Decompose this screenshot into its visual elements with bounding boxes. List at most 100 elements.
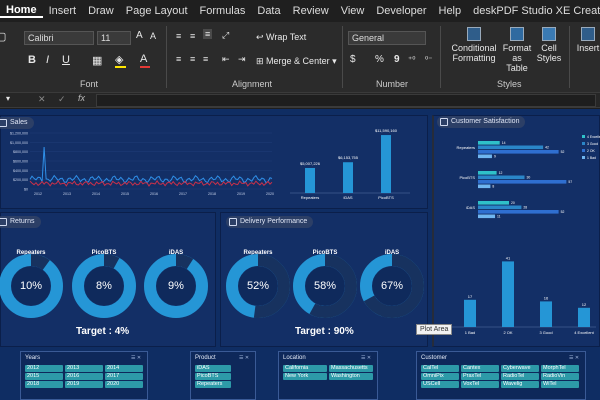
insert-button[interactable]: Insert: [574, 27, 600, 77]
years-slicer-item[interactable]: 2016: [65, 373, 103, 380]
orientation-icon[interactable]: ⤢: [222, 30, 229, 41]
location-slicer-item[interactable]: New York: [283, 373, 327, 380]
product-slicer[interactable]: Product ☰ ✕ iDAS PicoBTS Repeaters: [190, 351, 256, 400]
filter-clear-icon[interactable]: ☰ ✕: [131, 355, 141, 361]
tab-home[interactable]: Home: [0, 4, 43, 18]
satisfaction-hbar-label: 52: [561, 150, 565, 154]
align-middle-icon[interactable]: ≡: [190, 31, 195, 41]
font-size-select[interactable]: 11: [97, 31, 131, 45]
tab-page-layout[interactable]: Page Layout: [120, 5, 194, 17]
years-slicer-item[interactable]: 2012: [25, 365, 63, 372]
customer-slicer-item[interactable]: PraxTel: [461, 373, 499, 380]
sales-x-tick: 2017: [179, 192, 187, 196]
customer-slicer-item[interactable]: Cyberwave: [501, 365, 539, 372]
customer-slicer-item[interactable]: MorphTel: [541, 365, 579, 372]
filter-clear-icon[interactable]: ☰ ✕: [239, 355, 249, 361]
satisfaction-hbar: [478, 184, 491, 189]
satisfaction-hbar-label: 12: [499, 171, 503, 175]
borders-icon[interactable]: ▦: [92, 54, 102, 67]
years-slicer-item[interactable]: 2019: [65, 381, 103, 388]
comma-format-icon[interactable]: 9: [394, 54, 400, 65]
increase-decimal-icon[interactable]: ⁺⁰: [408, 55, 415, 64]
customer-slicer-item[interactable]: USCell: [421, 381, 459, 388]
italic-button[interactable]: I: [46, 54, 49, 66]
font-color-icon[interactable]: A: [140, 53, 150, 68]
cancel-icon[interactable]: ✕: [38, 94, 46, 105]
customer-slicer-item[interactable]: OmniPix: [421, 373, 459, 380]
decrease-font-icon[interactable]: A: [150, 31, 156, 41]
tab-review[interactable]: Review: [287, 5, 335, 17]
accounting-format-icon[interactable]: $: [350, 54, 356, 65]
product-slicer-title: Product: [195, 355, 216, 361]
format-as-table-button[interactable]: Format as Table: [500, 27, 534, 77]
align-center-icon[interactable]: ≡: [190, 54, 195, 64]
years-slicer-item[interactable]: 2018: [25, 381, 63, 388]
align-bottom-icon[interactable]: ≡: [203, 29, 213, 39]
years-slicer-item[interactable]: 2013: [65, 365, 103, 372]
satisfaction-hbar: [478, 171, 497, 175]
conditional-formatting-button[interactable]: Conditional Formatting: [448, 27, 500, 77]
bold-button[interactable]: B: [28, 54, 36, 66]
customer-slicer[interactable]: Customer ☰ ✕ CalTel Cantex Cyberwave MorphT…: [416, 351, 586, 400]
location-slicer[interactable]: Location ☰ ✕ California Massachusetts New …: [278, 351, 378, 400]
product-slicer-item[interactable]: Repeaters: [195, 381, 231, 388]
location-slicer-item[interactable]: California: [283, 365, 327, 372]
sales-x-tick: 2020: [266, 192, 274, 196]
customer-slicer-item[interactable]: Cantex: [461, 365, 499, 372]
paste-icon[interactable]: ▢: [0, 30, 6, 43]
tab-view[interactable]: View: [335, 5, 371, 17]
name-box-dropdown-icon[interactable]: ▾: [6, 94, 10, 103]
customer-slicer-item[interactable]: WiTel: [541, 381, 579, 388]
product-slicer-item[interactable]: PicoBTS: [195, 373, 231, 380]
delivery-target: Target : 90%: [295, 326, 354, 337]
wrap-text-button[interactable]: ↩ Wrap Text: [256, 32, 306, 43]
tab-formulas[interactable]: Formulas: [194, 5, 252, 17]
customer-slicer-item[interactable]: CalTel: [421, 365, 459, 372]
align-left-icon[interactable]: ≡: [176, 54, 181, 64]
cell-styles-button[interactable]: Cell Styles: [534, 27, 564, 77]
years-slicer[interactable]: Years ☰ ✕ 2012 2013 2014 2015 2016 2017 2018 20…: [20, 351, 148, 400]
customer-slicer-item[interactable]: RadioVin: [541, 373, 579, 380]
align-top-icon[interactable]: ≡: [176, 31, 181, 41]
location-slicer-item[interactable]: Massachusetts: [329, 365, 373, 372]
location-slicer-item[interactable]: Washington: [329, 373, 373, 380]
customer-slicer-item[interactable]: VoxTel: [461, 381, 499, 388]
tab-developer[interactable]: Developer: [370, 5, 432, 17]
align-right-icon[interactable]: ≡: [203, 54, 208, 64]
underline-button[interactable]: U: [62, 54, 70, 66]
percent-format-icon[interactable]: %: [375, 54, 384, 65]
group-divider: [440, 26, 441, 88]
tab-deskpdf-studio-xe-creator[interactable]: deskPDF Studio XE Creator: [467, 5, 600, 17]
merge-center-button[interactable]: ⊞ Merge & Center ▾: [256, 56, 337, 67]
satisfaction-rating-label: 3 Good: [539, 330, 552, 335]
fill-color-icon[interactable]: ◈: [115, 53, 126, 68]
product-slicer-item[interactable]: iDAS: [195, 365, 231, 372]
decrease-indent-icon[interactable]: ⇤: [222, 54, 230, 65]
number-format-select[interactable]: General: [348, 31, 426, 45]
customer-slicer-item[interactable]: RadioTel: [501, 373, 539, 380]
delivery-donut-pct: 67%: [380, 280, 404, 292]
satisfaction-hbar: [478, 175, 525, 180]
satisfaction-hbar: [478, 214, 496, 219]
tab-data[interactable]: Data: [251, 5, 286, 17]
years-slicer-item[interactable]: 2015: [25, 373, 63, 380]
increase-font-icon[interactable]: A: [136, 30, 143, 41]
years-slicer-item[interactable]: 2017: [105, 373, 143, 380]
years-slicer-item[interactable]: 2014: [105, 365, 143, 372]
years-slicer-item[interactable]: 2020: [105, 381, 143, 388]
sales-by-product-chart: $5,007,226 Repeaters $6,153,755 iDAS $11,590…: [290, 128, 410, 200]
insert-function-icon[interactable]: fx: [78, 93, 85, 103]
increase-indent-icon[interactable]: ⇥: [238, 54, 246, 65]
filter-clear-icon[interactable]: ☰ ✕: [361, 355, 371, 361]
filter-clear-icon[interactable]: ☰ ✕: [569, 355, 579, 361]
customer-slicer-item[interactable]: Wavelig: [501, 381, 539, 388]
legend-swatch: [582, 156, 585, 159]
tab-help[interactable]: Help: [433, 5, 468, 17]
enter-icon[interactable]: ✓: [58, 94, 66, 105]
tab-insert[interactable]: Insert: [43, 5, 83, 17]
font-name-select[interactable]: Calibri: [24, 31, 94, 45]
formula-input[interactable]: [96, 94, 596, 107]
decrease-decimal-icon[interactable]: ⁰⁻: [425, 55, 432, 64]
tab-draw[interactable]: Draw: [82, 5, 120, 17]
satisfaction-hbar-label: 42: [545, 146, 549, 150]
